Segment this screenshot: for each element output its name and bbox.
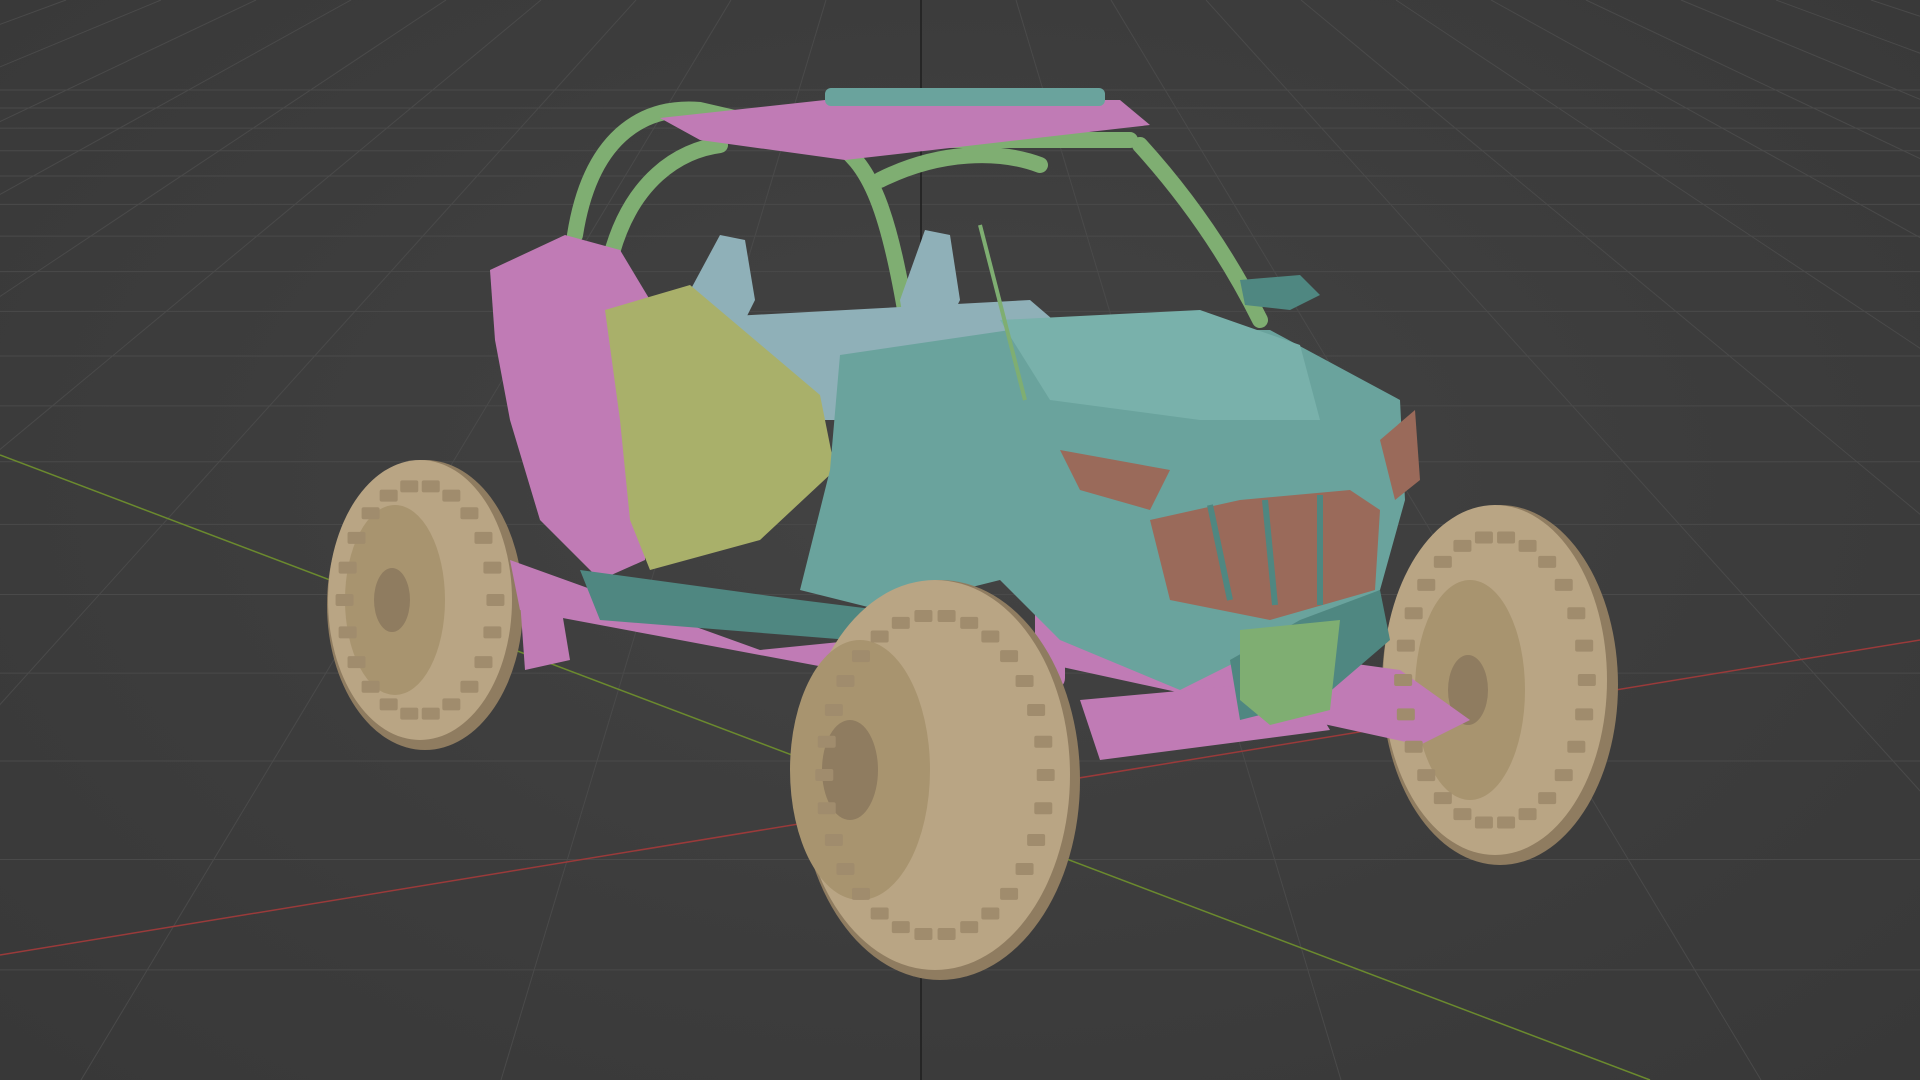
tread-block bbox=[870, 630, 889, 643]
tread-block bbox=[1034, 735, 1053, 748]
grid-line bbox=[1870, 0, 1920, 17]
tread-block bbox=[347, 656, 366, 669]
tread-block bbox=[483, 626, 502, 639]
tread-block bbox=[1474, 816, 1493, 829]
tread-block bbox=[379, 489, 398, 502]
grid-line bbox=[0, 0, 352, 195]
tread-block bbox=[1433, 792, 1452, 805]
tread-block bbox=[474, 531, 493, 544]
grid-line bbox=[1680, 0, 1920, 100]
tread-block bbox=[914, 609, 933, 622]
3d-viewport[interactable] bbox=[0, 0, 1920, 1080]
tread-block bbox=[474, 656, 493, 669]
tread-block bbox=[815, 769, 834, 781]
tread-block bbox=[1575, 639, 1594, 652]
grid-line bbox=[0, 0, 162, 68]
tread-block bbox=[937, 609, 956, 622]
tread-block bbox=[400, 480, 419, 493]
tread-block bbox=[817, 735, 836, 748]
tread-block bbox=[937, 928, 956, 941]
tread-block bbox=[960, 921, 979, 934]
tread-block bbox=[1027, 834, 1046, 847]
tread-block bbox=[1404, 607, 1423, 620]
tread-block bbox=[1554, 769, 1573, 782]
tread-block bbox=[824, 703, 843, 716]
tread-block bbox=[1577, 674, 1596, 686]
tread-block bbox=[1034, 802, 1053, 815]
tread-block bbox=[338, 561, 357, 574]
light-bar bbox=[825, 88, 1105, 106]
tread-block bbox=[1567, 607, 1586, 620]
tread-block bbox=[851, 887, 870, 900]
tread-block bbox=[891, 921, 910, 934]
tread-block bbox=[460, 680, 479, 693]
tread-block bbox=[421, 480, 440, 493]
side-mirror bbox=[1240, 275, 1320, 310]
tread-block bbox=[1518, 808, 1537, 821]
tread-block bbox=[1433, 555, 1452, 568]
tread-block bbox=[400, 707, 419, 720]
tread-block bbox=[1396, 708, 1415, 721]
tread-block bbox=[379, 698, 398, 711]
front-bumper bbox=[1240, 620, 1340, 725]
buggy-model[interactable] bbox=[327, 88, 1618, 980]
tread-block bbox=[1015, 862, 1034, 875]
tread-block bbox=[1453, 539, 1472, 552]
tread-block bbox=[1538, 792, 1557, 805]
tread-block bbox=[361, 507, 380, 520]
grid-line bbox=[1775, 0, 1920, 54]
tread-block bbox=[891, 616, 910, 629]
tread-block bbox=[1567, 740, 1586, 753]
tread-block bbox=[1453, 808, 1472, 821]
tread-block bbox=[836, 862, 855, 875]
grid-line bbox=[1585, 0, 1920, 160]
tread-block bbox=[817, 802, 836, 815]
tread-block bbox=[335, 594, 354, 606]
tread-block bbox=[460, 507, 479, 520]
tread-block bbox=[347, 531, 366, 544]
grid-line bbox=[0, 0, 257, 123]
tread-block bbox=[981, 907, 1000, 920]
tread-block bbox=[1575, 708, 1594, 721]
tread-block bbox=[361, 680, 380, 693]
tread-block bbox=[421, 707, 440, 720]
tread-block bbox=[1394, 674, 1413, 686]
tread-block bbox=[1396, 639, 1415, 652]
tread-block bbox=[981, 630, 1000, 643]
tread-block bbox=[1497, 531, 1516, 544]
tread-block bbox=[851, 650, 870, 663]
tread-block bbox=[836, 675, 855, 688]
tread-block bbox=[914, 928, 933, 941]
tread-block bbox=[1000, 887, 1019, 900]
tread-block bbox=[1554, 578, 1573, 591]
viewport-canvas[interactable] bbox=[0, 0, 1920, 1080]
tread-block bbox=[483, 561, 502, 574]
tread-block bbox=[960, 616, 979, 629]
front-left-wheel[interactable] bbox=[790, 580, 1080, 980]
tread-block bbox=[1000, 650, 1019, 663]
tread-block bbox=[442, 489, 461, 502]
tread-block bbox=[338, 626, 357, 639]
grid-line bbox=[0, 0, 67, 25]
grid-line bbox=[0, 0, 637, 706]
tread-block bbox=[1538, 555, 1557, 568]
tread-block bbox=[442, 698, 461, 711]
tread-block bbox=[1417, 769, 1436, 782]
tread-block bbox=[1417, 578, 1436, 591]
tread-block bbox=[1036, 769, 1055, 781]
tread-block bbox=[1027, 703, 1046, 716]
tread-block bbox=[870, 907, 889, 920]
tread-block bbox=[1404, 740, 1423, 753]
tread-block bbox=[1015, 675, 1034, 688]
tread-block bbox=[1474, 531, 1493, 544]
tread-block bbox=[1518, 539, 1537, 552]
tread-block bbox=[486, 594, 505, 606]
tread-block bbox=[824, 834, 843, 847]
tread-block bbox=[1497, 816, 1516, 829]
